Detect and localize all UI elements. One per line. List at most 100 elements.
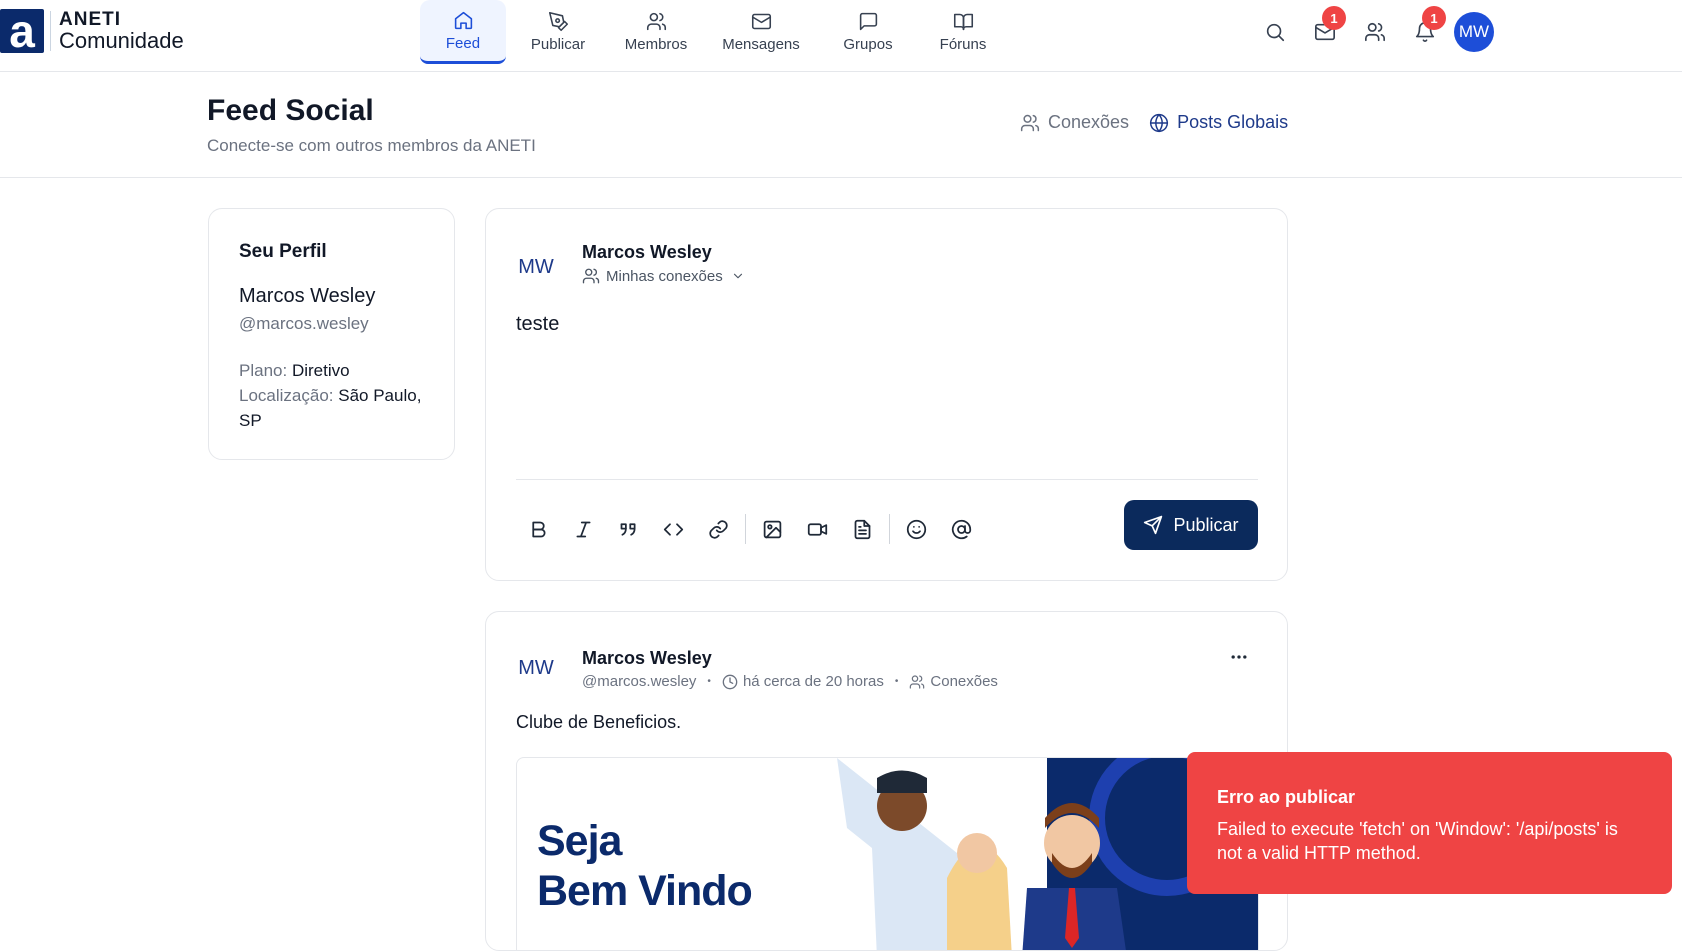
main-nav: Feed Publicar Membros Mensagens Grupos F…: [420, 0, 1010, 72]
italic-icon: [576, 521, 591, 537]
header-actions: 1 1 MW: [1250, 0, 1494, 64]
nav-item-feed[interactable]: Feed: [420, 0, 506, 64]
quote-icon: [620, 522, 636, 536]
code-button[interactable]: [651, 509, 696, 549]
nav-item-grupos[interactable]: Grupos: [820, 0, 916, 64]
svg-text:a: a: [9, 9, 35, 53]
post-composer: MW Marcos Wesley Minhas conexões teste P…: [485, 208, 1288, 581]
quote-button[interactable]: [606, 509, 651, 549]
send-icon: [1144, 515, 1163, 535]
top-navigation-bar: a ANETI Comunidade Feed Publicar Membros…: [0, 0, 1682, 72]
brand-subtitle: Comunidade: [59, 28, 184, 53]
visibility-selector[interactable]: Minhas conexões: [582, 267, 751, 285]
search-icon: [1266, 23, 1285, 42]
users-icon: [582, 268, 600, 284]
nav-label-mensagens: Mensagens: [722, 36, 800, 53]
post-visibility: Conexões: [930, 673, 998, 690]
page-header: Feed Social Conecte-se com outros membro…: [0, 72, 1682, 178]
toggle-connections[interactable]: Conexões: [1020, 112, 1129, 133]
nav-label-membros: Membros: [624, 36, 688, 53]
aneti-logo-icon: a: [0, 9, 44, 53]
toggle-global-label: Posts Globais: [1177, 112, 1289, 132]
toggle-connections-label: Conexões: [1048, 112, 1130, 132]
page-title: Feed Social: [207, 94, 374, 127]
pen-icon: [548, 11, 568, 32]
error-toast[interactable]: Erro ao publicar Failed to execute 'fetc…: [1187, 752, 1672, 894]
document-button[interactable]: [840, 509, 885, 549]
nav-item-publicar[interactable]: Publicar: [510, 0, 606, 64]
nav-label-grupos: Grupos: [843, 36, 893, 53]
nav-label-feed: Feed: [445, 34, 481, 52]
search-button[interactable]: [1250, 12, 1300, 52]
composer-textarea[interactable]: teste: [516, 313, 559, 336]
image-headline: Seja Bem Vindo: [537, 816, 753, 916]
publish-button[interactable]: Publicar: [1124, 500, 1258, 550]
image-icon: [763, 520, 782, 538]
composer-author-name: Marcos Wesley: [582, 242, 712, 262]
profile-card-title: Seu Perfil: [239, 241, 327, 262]
code-icon: [663, 522, 684, 536]
video-icon: [807, 522, 828, 536]
clock-icon: [722, 674, 738, 689]
mention-button[interactable]: [939, 509, 984, 549]
emoji-button[interactable]: [894, 509, 939, 549]
messages-button[interactable]: 1: [1300, 6, 1350, 52]
smile-icon: [906, 519, 927, 539]
image-button[interactable]: [750, 509, 795, 549]
post-meta: @marcos.wesley • há cerca de 20 horas • …: [582, 673, 998, 690]
profile-location: Localização: São Paulo, SP: [239, 383, 424, 433]
post-author-name[interactable]: Marcos Wesley: [582, 648, 712, 669]
more-horizontal-icon: [1231, 655, 1247, 659]
logo-divider: [50, 11, 51, 51]
users-icon: [910, 674, 925, 689]
profile-card: Seu Perfil Marcos Wesley @marcos.wesley …: [208, 208, 455, 460]
post-options-button[interactable]: [1224, 642, 1254, 672]
users-icon: [1365, 22, 1385, 42]
italic-button[interactable]: [561, 509, 606, 549]
profile-plan-value: Diretivo: [291, 361, 350, 380]
chat-icon: [859, 12, 877, 31]
document-icon: [854, 519, 871, 539]
toggle-global-posts[interactable]: Posts Globais: [1149, 112, 1288, 133]
users-icon: [1020, 114, 1040, 131]
post-body-text: Clube de Beneficios.: [516, 712, 682, 732]
users-icon: [646, 12, 666, 31]
image-headline-line1: Seja: [537, 817, 622, 865]
visibility-label: Minhas conexões: [606, 267, 723, 285]
post-author-avatar[interactable]: MW: [512, 644, 560, 692]
globe-icon: [1149, 113, 1169, 132]
video-button[interactable]: [795, 509, 840, 549]
nav-label-publicar: Publicar: [530, 36, 586, 53]
toast-title: Erro ao publicar: [1217, 787, 1356, 807]
toast-message: Failed to execute 'fetch' on 'Window': '…: [1217, 819, 1618, 863]
brand-logo[interactable]: a ANETI Comunidade: [0, 9, 184, 53]
nav-item-foruns[interactable]: Fóruns: [920, 0, 1006, 64]
mail-icon: [751, 13, 771, 30]
notifications-badge: 1: [1422, 6, 1446, 30]
nav-item-mensagens[interactable]: Mensagens: [706, 0, 816, 64]
profile-plan-label: Plano:: [239, 361, 288, 380]
link-button[interactable]: [696, 509, 741, 549]
user-avatar-button[interactable]: MW: [1454, 12, 1494, 52]
home-icon: [454, 11, 472, 29]
publish-button-label: Publicar: [1173, 514, 1239, 535]
post-timestamp: há cerca de 20 horas: [742, 673, 884, 690]
meta-separator: •: [894, 676, 899, 687]
page-subtitle: Conecte-se com outros membros da ANETI: [207, 136, 536, 155]
bold-icon: [532, 521, 546, 537]
bold-button[interactable]: [516, 509, 561, 549]
composer-divider: [516, 479, 1258, 480]
nav-label-foruns: Fóruns: [939, 36, 987, 53]
nav-item-membros[interactable]: Membros: [610, 0, 702, 64]
toolbar-separator: [745, 514, 746, 544]
brand-name: ANETI: [59, 9, 121, 30]
connections-button[interactable]: [1350, 12, 1400, 52]
book-icon: [953, 13, 973, 31]
toolbar-separator: [889, 514, 890, 544]
messages-badge: 1: [1322, 6, 1346, 30]
at-sign-icon: [951, 519, 972, 539]
image-headline-line2: Bem Vindo: [537, 867, 753, 915]
post-image[interactable]: Seja Bem Vindo: [516, 757, 1259, 950]
profile-plan: Plano: Diretivo: [239, 358, 424, 383]
notifications-button[interactable]: 1: [1400, 6, 1450, 52]
